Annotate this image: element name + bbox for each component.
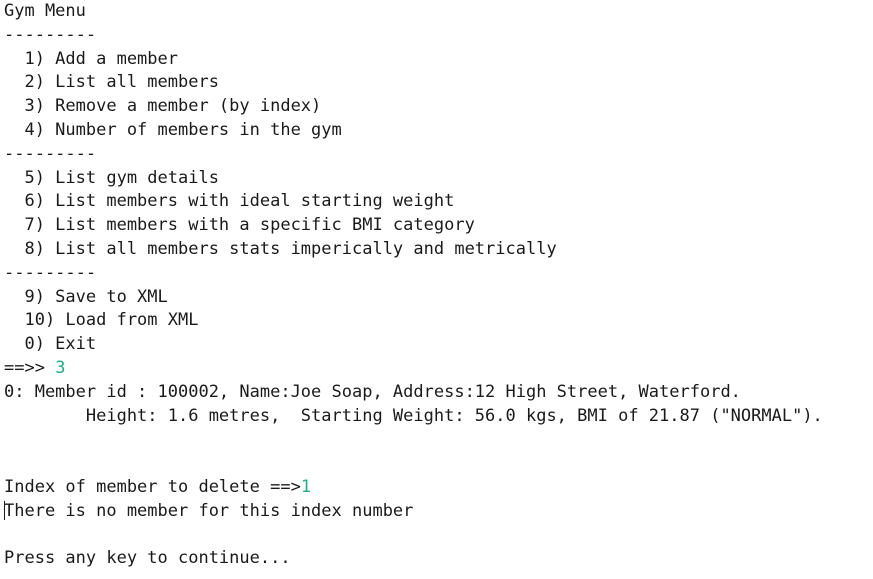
menu-item-gym-details: 5) List gym details [4,167,219,188]
menu-item-add-member: 1) Add a member [4,48,178,69]
menu-prompt-line: ==>> 3 [4,357,873,381]
menu-separator: --------- [4,143,97,164]
menu-choice-input: 3 [55,357,66,378]
menu-item-member-stats: 8) List all members stats imperically an… [4,238,557,259]
member-stats-line: Height: 1.6 metres, Starting Weight: 56.… [4,405,823,426]
menu-item-bmi-category: 7) List members with a specific BMI cate… [4,215,475,236]
menu-item-member-count: 4) Number of members in the gym [4,119,342,140]
delete-prompt-line: Index of member to delete ==>1 [4,476,873,500]
menu-item-exit: 0) Exit [4,334,97,355]
error-line: There is no member for this index number [4,500,873,524]
menu-title: Gym Menu [4,1,86,21]
menu-separator: --------- [4,262,97,283]
menu-item-remove-member: 3) Remove a member (by index) [4,96,322,117]
menu-item-load-xml: 10) Load from XML [4,310,199,331]
member-details-line: 0: Member id : 100002, Name:Joe Soap, Ad… [4,381,741,402]
menu-prompt: ==>> [4,357,56,378]
continue-message: Press any key to continue... [4,548,291,569]
error-message: There is no member for this index number [4,500,414,521]
menu-separator: --------- [4,24,97,45]
delete-index-input: 1 [300,476,312,497]
menu-item-save-xml: 9) Save to XML [4,286,168,307]
delete-prompt: Index of member to delete ==> [4,476,301,497]
menu-item-ideal-weight: 6) List members with ideal starting weig… [4,191,455,212]
menu-item-list-members: 2) List all members [4,72,219,93]
console-window[interactable]: Gym Menu --------- 1) Add a member 2) Li… [0,0,873,579]
